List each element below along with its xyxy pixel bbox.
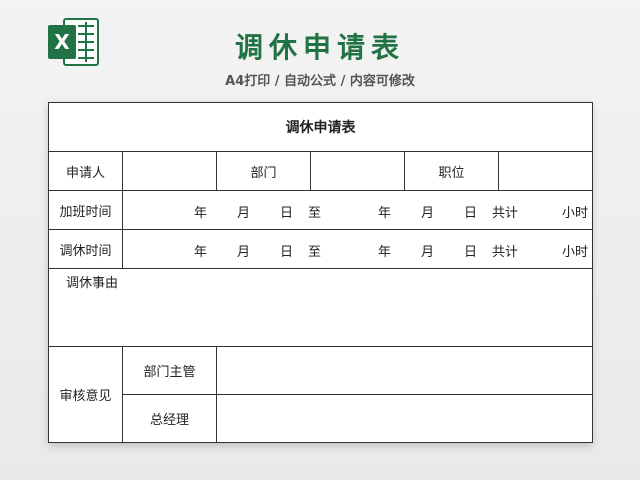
leave-end-month: 月 xyxy=(421,245,435,260)
leave-total: 共计 xyxy=(492,245,519,260)
overtime-end-month: 月 xyxy=(421,206,435,221)
leave-start-year: 年 xyxy=(194,245,208,260)
overtime-total: 共计 xyxy=(492,206,519,221)
applicant-field[interactable] xyxy=(122,151,217,191)
reason-field[interactable]: 调休事由 xyxy=(47,268,594,347)
form-sheet: 调休申请表 申请人 部门 职位 加班时间 年 月 日 至 年 月 日 共计 小时 xyxy=(47,102,594,443)
leave-end-day: 日 xyxy=(464,245,478,260)
overtime-start-year: 年 xyxy=(194,206,208,221)
reason-label: 调休事由 xyxy=(66,276,119,291)
overtime-start-day: 日 xyxy=(280,206,294,221)
page-title: 调休申请表 xyxy=(234,31,405,64)
page-subtitle: A4打印 / 自动公式 / 内容可修改 xyxy=(225,74,415,89)
position-field[interactable] xyxy=(497,151,594,191)
overtime-start-month: 月 xyxy=(237,206,251,221)
gm-label: 总经理 xyxy=(122,394,217,443)
dept-head-label: 部门主管 xyxy=(122,346,217,395)
review-label: 审核意见 xyxy=(48,346,123,443)
leave-to: 至 xyxy=(308,245,322,260)
applicant-label: 申请人 xyxy=(48,151,123,191)
overtime-end-day: 日 xyxy=(464,206,478,221)
leave-label: 调休时间 xyxy=(48,229,123,269)
position-label: 职位 xyxy=(404,151,499,191)
gm-opinion-field[interactable] xyxy=(215,394,594,443)
overtime-date-field[interactable]: 年 月 日 至 年 月 日 共计 小时 xyxy=(121,190,594,230)
overtime-hours: 小时 xyxy=(562,206,589,221)
form-title: 调休申请表 xyxy=(47,102,594,152)
department-field[interactable] xyxy=(310,151,405,191)
overtime-label: 加班时间 xyxy=(48,190,123,230)
leave-request-table: 调休申请表 申请人 部门 职位 加班时间 年 月 日 至 年 月 日 共计 小时 xyxy=(47,102,594,443)
overtime-end-year: 年 xyxy=(378,206,392,221)
leave-date-field[interactable]: 年 月 日 至 年 月 日 共计 小时 xyxy=(121,229,594,269)
leave-end-year: 年 xyxy=(378,245,392,260)
department-label: 部门 xyxy=(216,151,311,191)
leave-hours: 小时 xyxy=(562,245,589,260)
leave-start-day: 日 xyxy=(280,245,294,260)
leave-start-month: 月 xyxy=(237,245,251,260)
overtime-to: 至 xyxy=(308,206,322,221)
dept-head-opinion-field[interactable] xyxy=(215,346,594,395)
